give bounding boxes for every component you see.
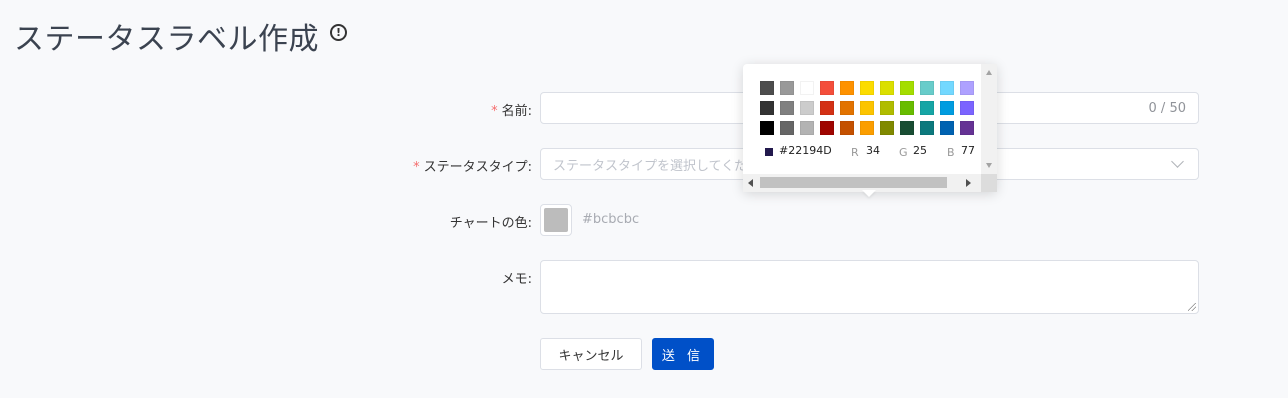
submit-button[interactable]: 送 信 bbox=[652, 338, 714, 370]
palette-swatch[interactable] bbox=[760, 81, 774, 95]
status-type-placeholder: ステータスタイプを選択してください bbox=[553, 158, 774, 174]
popover-arrow bbox=[862, 190, 876, 197]
scroll-down-arrow-icon[interactable] bbox=[986, 163, 992, 168]
palette-swatch[interactable] bbox=[860, 101, 874, 115]
page-title: ステータスラベル作成 bbox=[14, 22, 319, 57]
scroll-up-arrow-icon[interactable] bbox=[986, 70, 992, 75]
memo-label: メモ: bbox=[501, 272, 532, 287]
palette-swatch[interactable] bbox=[860, 81, 874, 95]
current-color-swatch bbox=[765, 148, 773, 156]
hex-value[interactable]: #22194D bbox=[779, 144, 832, 157]
palette-swatch[interactable] bbox=[960, 81, 974, 95]
palette-swatch[interactable] bbox=[960, 121, 974, 135]
palette-swatch[interactable] bbox=[820, 101, 834, 115]
palette-swatch[interactable] bbox=[800, 121, 814, 135]
required-mark: * bbox=[491, 104, 498, 119]
status-type-label: * ステータスタイプ: bbox=[413, 160, 532, 175]
color-swatch-fill bbox=[544, 208, 568, 232]
palette-swatch[interactable] bbox=[900, 81, 914, 95]
palette-swatch[interactable] bbox=[840, 121, 854, 135]
scroll-right-arrow-icon[interactable] bbox=[966, 179, 971, 187]
palette-swatch[interactable] bbox=[820, 121, 834, 135]
palette-swatch[interactable] bbox=[780, 81, 794, 95]
required-mark: * bbox=[413, 160, 420, 175]
palette-swatch[interactable] bbox=[760, 121, 774, 135]
scroll-left-arrow-icon[interactable] bbox=[748, 179, 753, 187]
palette-swatch[interactable] bbox=[920, 121, 934, 135]
palette-swatch[interactable] bbox=[880, 121, 894, 135]
r-channel-label: R bbox=[851, 146, 859, 159]
memo-textarea[interactable] bbox=[540, 260, 1199, 314]
vertical-scrollbar[interactable] bbox=[981, 64, 997, 174]
palette-swatch[interactable] bbox=[940, 121, 954, 135]
palette-swatch[interactable] bbox=[880, 101, 894, 115]
palette-swatch[interactable] bbox=[940, 101, 954, 115]
palette-swatch[interactable] bbox=[780, 101, 794, 115]
scrollbar-corner bbox=[981, 174, 997, 192]
name-char-counter: 0 / 50 bbox=[1148, 100, 1186, 116]
g-channel-label: G bbox=[899, 146, 908, 159]
palette-swatch[interactable] bbox=[920, 101, 934, 115]
r-channel-value[interactable]: 34 bbox=[866, 144, 880, 157]
info-circle-icon[interactable]: ! bbox=[330, 24, 347, 41]
color-picker-popover: #22194D R 34 G 25 B 77 bbox=[743, 64, 997, 192]
b-channel-value[interactable]: 77 bbox=[961, 144, 975, 157]
g-channel-value[interactable]: 25 bbox=[913, 144, 927, 157]
b-channel-label: B bbox=[947, 146, 955, 159]
cancel-button[interactable]: キャンセル bbox=[540, 338, 642, 370]
color-picker-body: #22194D R 34 G 25 B 77 bbox=[743, 64, 981, 174]
palette-swatch[interactable] bbox=[900, 101, 914, 115]
scrollbar-thumb[interactable] bbox=[760, 177, 947, 188]
color-palette bbox=[760, 81, 974, 135]
palette-swatch[interactable] bbox=[800, 101, 814, 115]
palette-swatch[interactable] bbox=[920, 81, 934, 95]
chart-color-label: チャートの色: bbox=[449, 216, 532, 231]
name-label: * 名前: bbox=[491, 104, 532, 119]
palette-swatch[interactable] bbox=[760, 101, 774, 115]
chevron-down-icon bbox=[1171, 155, 1184, 168]
palette-swatch[interactable] bbox=[860, 121, 874, 135]
palette-swatch[interactable] bbox=[900, 121, 914, 135]
palette-swatch[interactable] bbox=[800, 81, 814, 95]
palette-swatch[interactable] bbox=[780, 121, 794, 135]
resize-handle-icon[interactable] bbox=[1188, 303, 1196, 311]
palette-swatch[interactable] bbox=[840, 81, 854, 95]
palette-swatch[interactable] bbox=[820, 81, 834, 95]
palette-swatch[interactable] bbox=[840, 101, 854, 115]
palette-swatch[interactable] bbox=[940, 81, 954, 95]
color-swatch-button[interactable] bbox=[540, 204, 572, 236]
chart-color-hex: #bcbcbc bbox=[582, 212, 640, 227]
palette-swatch[interactable] bbox=[960, 101, 974, 115]
palette-swatch[interactable] bbox=[880, 81, 894, 95]
